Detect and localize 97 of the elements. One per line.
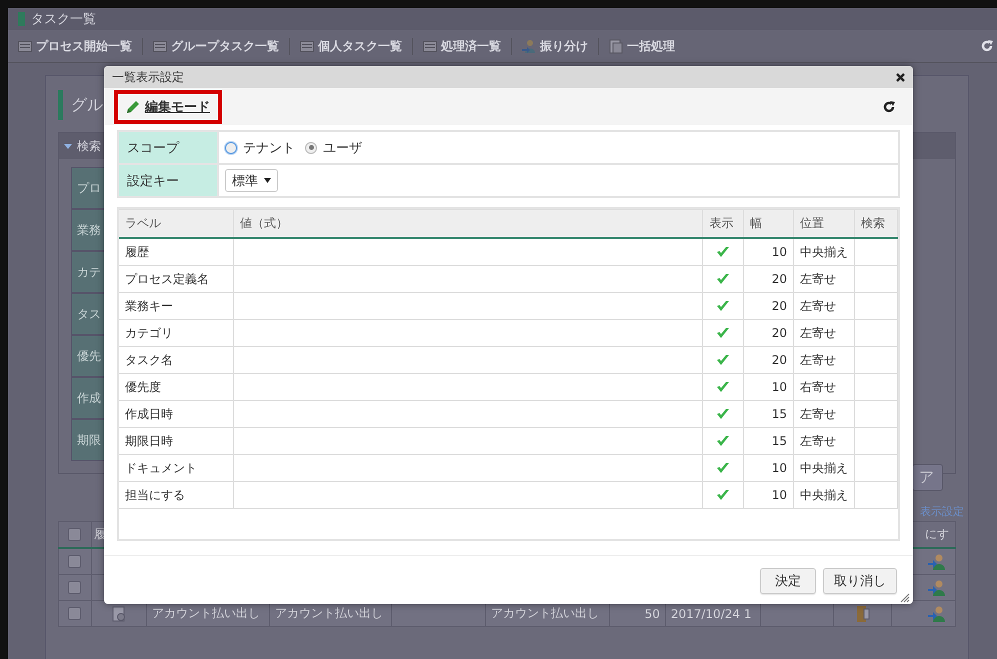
field-label: 設定キー: [119, 165, 219, 196]
setting-key-dropdown[interactable]: 標準: [225, 169, 278, 192]
field-label: プロ: [71, 167, 107, 209]
title-marker-icon: [18, 12, 25, 26]
list-icon: [18, 40, 32, 52]
check-icon[interactable]: [716, 462, 730, 474]
radio-label[interactable]: ユーザ: [323, 138, 362, 156]
confirm-button[interactable]: 決定: [760, 568, 816, 594]
dialog-title: 一覧表示設定: [112, 68, 184, 86]
window-title: タスク一覧: [31, 11, 96, 28]
check-icon[interactable]: [716, 381, 730, 393]
check-icon[interactable]: [716, 408, 730, 420]
checkbox[interactable]: [68, 581, 82, 594]
document-icon: [112, 606, 126, 622]
heading-marker-icon: [58, 90, 63, 120]
table-cell: 15: [744, 400, 794, 428]
table-cell: 10: [744, 238, 794, 266]
table-cell: 左寄せ: [794, 428, 855, 454]
check-icon[interactable]: [716, 273, 730, 285]
resize-grip-icon[interactable]: [900, 593, 910, 603]
check-icon[interactable]: [716, 354, 730, 366]
search-section-title[interactable]: 検索: [77, 138, 101, 154]
list-icon: [153, 40, 167, 52]
column-header[interactable]: ラベル: [119, 210, 234, 238]
table-cell: 担当にする: [119, 482, 234, 508]
table-cell: 左寄せ: [794, 320, 855, 346]
column-header[interactable]: にす: [925, 527, 949, 541]
table-cell: 中央揃え: [794, 482, 855, 508]
table-cell: 10: [744, 374, 794, 400]
table-cell: 期限日時: [119, 428, 234, 454]
column-header[interactable]: 幅: [744, 210, 794, 238]
column-header[interactable]: 表示: [702, 210, 744, 238]
table-cell: 20: [744, 346, 794, 374]
person-icon: [522, 39, 536, 53]
person-icon[interactable]: [928, 606, 946, 622]
list-icon: [423, 40, 437, 52]
table-cell: プロセス定義名: [119, 266, 234, 292]
table-cell: 優先度: [119, 374, 234, 400]
document-icon: [609, 38, 623, 54]
toolbar-button[interactable]: 処理済一覧: [412, 38, 511, 54]
field-label: カテ: [71, 251, 107, 293]
table-cell: 履歴: [119, 238, 234, 266]
toolbar-button[interactable]: 振り分け: [511, 38, 598, 54]
table-cell: 左寄せ: [794, 266, 855, 292]
checkbox[interactable]: [68, 528, 82, 541]
toolbar-button[interactable]: グループタスク一覧: [142, 38, 289, 54]
section-heading: グル: [71, 94, 103, 116]
toolbar-button[interactable]: 一括処理: [598, 38, 685, 54]
field-label: 期限: [71, 419, 107, 461]
check-icon[interactable]: [716, 246, 730, 258]
field-label: 優先: [71, 335, 107, 377]
radio-button[interactable]: [305, 142, 317, 154]
table-cell: 10: [744, 482, 794, 508]
table-cell: 左寄せ: [794, 400, 855, 428]
column-header[interactable]: 検索: [854, 210, 898, 238]
table-cell: 20: [744, 320, 794, 346]
radio-label[interactable]: テナント: [243, 138, 295, 156]
check-icon[interactable]: [716, 327, 730, 339]
column-header[interactable]: 値（式）: [233, 210, 703, 238]
field-label: タス: [71, 293, 107, 335]
table-cell: タスク名: [119, 346, 234, 374]
edit-mode-link[interactable]: 編集モード: [114, 90, 222, 124]
list-icon: [300, 40, 314, 52]
field-label: スコープ: [119, 132, 219, 165]
table-cell: 右寄せ: [794, 374, 855, 400]
toolbar-button[interactable]: プロセス開始一覧: [8, 38, 142, 54]
table-cell: 左寄せ: [794, 292, 855, 320]
checkbox[interactable]: [68, 607, 82, 620]
close-icon[interactable]: [896, 72, 905, 82]
table-cell: カテゴリ: [119, 320, 234, 346]
field-label: 業務: [71, 209, 107, 251]
table-cell: 左寄せ: [794, 346, 855, 374]
refresh-icon[interactable]: [883, 100, 895, 112]
table-cell: 中央揃え: [794, 454, 855, 482]
pencil-icon: [126, 100, 140, 114]
book-icon: [856, 604, 870, 622]
person-icon[interactable]: [928, 554, 946, 570]
radio-button[interactable]: [225, 142, 237, 154]
table-cell: 15: [744, 428, 794, 454]
check-icon[interactable]: [716, 300, 730, 312]
column-header[interactable]: 位置: [794, 210, 855, 238]
toolbar-button[interactable]: 個人タスク一覧: [289, 38, 412, 54]
table-cell: 作成日時: [119, 400, 234, 428]
caret-icon[interactable]: [64, 142, 72, 150]
table-cell: 業務キー: [119, 292, 234, 320]
check-icon[interactable]: [716, 489, 730, 501]
dropdown-arrow-icon: [264, 178, 271, 183]
table-cell: 20: [744, 292, 794, 320]
table-cell: 20: [744, 266, 794, 292]
checkbox[interactable]: [68, 555, 82, 568]
cancel-button[interactable]: 取り消し: [823, 568, 897, 594]
check-icon[interactable]: [716, 435, 730, 447]
field-label: 作成: [71, 377, 107, 419]
table-cell: 10: [744, 454, 794, 482]
table-cell: ドキュメント: [119, 454, 234, 482]
person-icon[interactable]: [928, 580, 946, 596]
table-cell: 中央揃え: [794, 238, 855, 266]
